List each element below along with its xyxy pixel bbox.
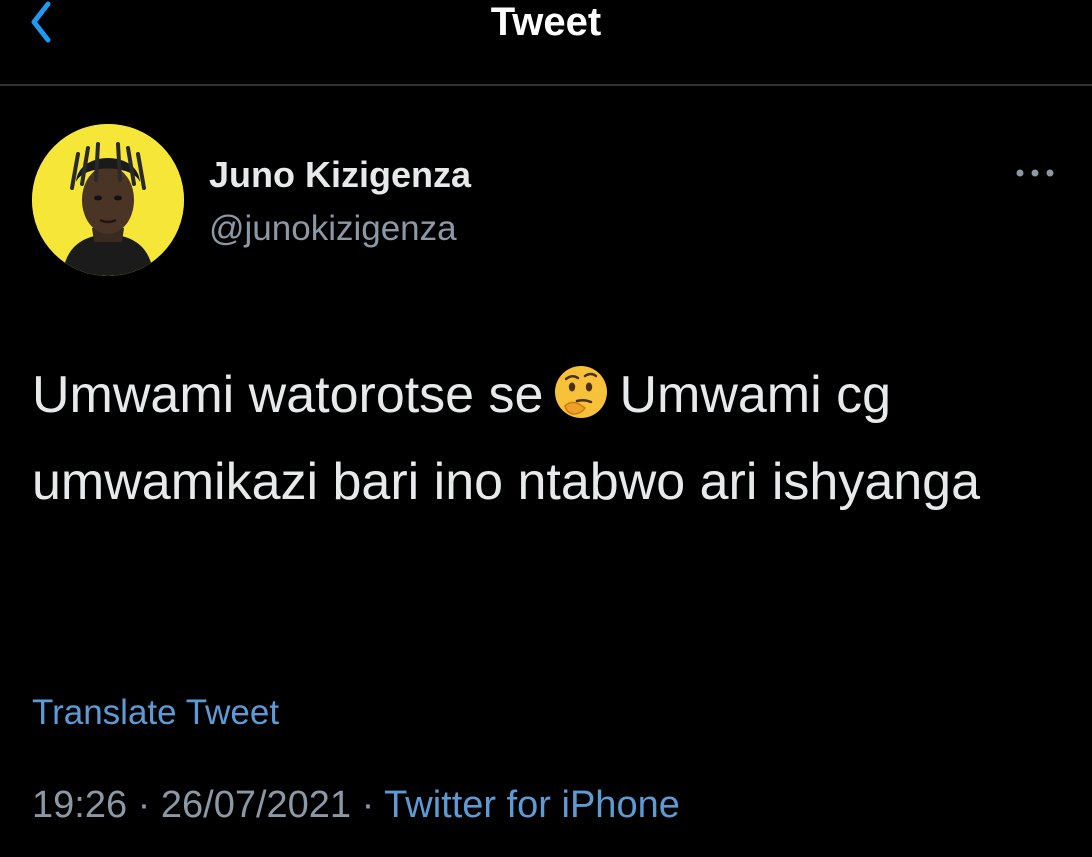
meta-separator: · bbox=[137, 784, 151, 826]
tweet-source-link[interactable]: Twitter for iPhone bbox=[384, 784, 680, 826]
tweet-text: Umwami watorotse se Umwami cg umwamikazi… bbox=[32, 352, 1052, 526]
page-title: Tweet bbox=[490, 0, 602, 44]
tweet-time: 19:26 bbox=[32, 784, 128, 826]
author-handle[interactable]: @junokizigenza bbox=[209, 208, 457, 250]
more-options-icon[interactable] bbox=[1010, 160, 1060, 186]
translate-tweet-link[interactable]: Translate Tweet bbox=[32, 692, 279, 734]
nav-bar: Tweet bbox=[0, 0, 1092, 86]
thinking-face-emoji-icon bbox=[551, 362, 611, 422]
tweet-metadata: 19:26 · 26/07/2021 · Twitter for iPhone bbox=[32, 781, 680, 829]
tweet-text-part1: Umwami watorotse se bbox=[32, 366, 544, 424]
meta-separator-2: · bbox=[361, 784, 375, 826]
avatar[interactable] bbox=[32, 124, 184, 276]
author-display-name[interactable]: Juno Kizigenza bbox=[209, 154, 471, 196]
tweet-date: 26/07/2021 bbox=[160, 784, 352, 826]
avatar-portrait-image bbox=[32, 124, 184, 276]
